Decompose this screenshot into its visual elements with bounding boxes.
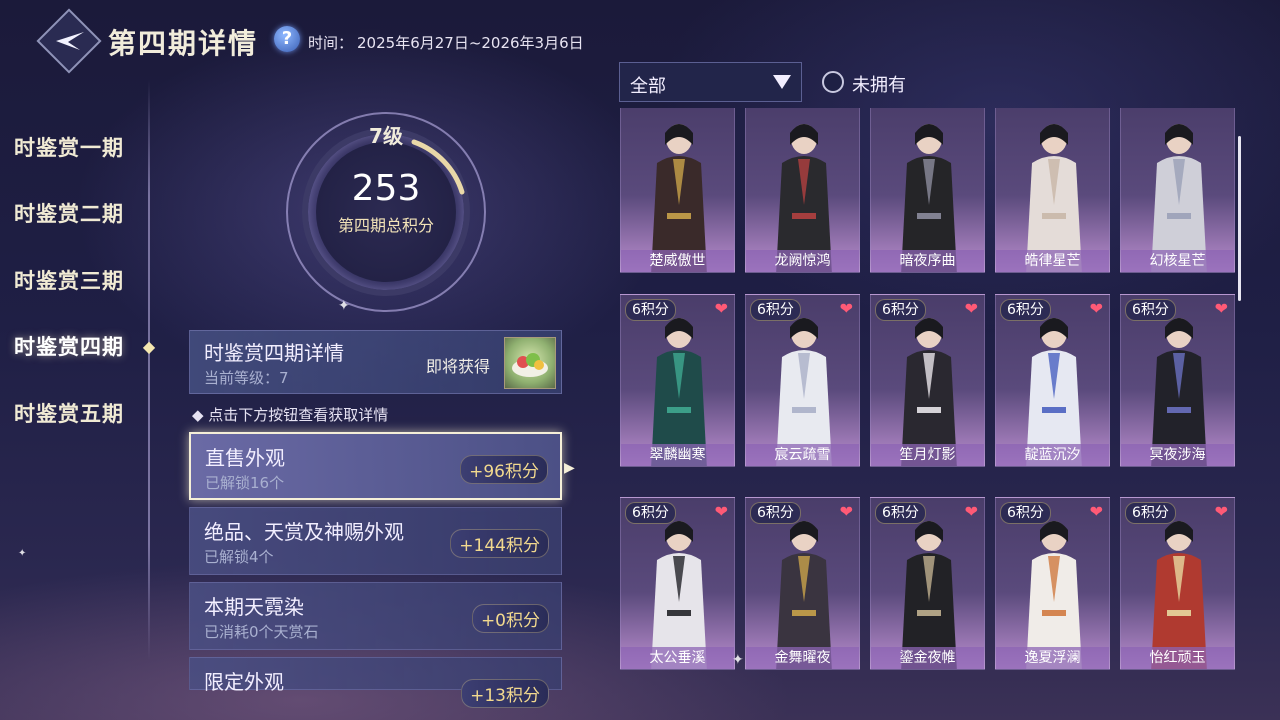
limited-outfit-category[interactable]: 限定外观 +13积分 [189, 657, 562, 708]
unowned-radio-label[interactable]: 未拥有 [852, 71, 906, 97]
filter-dropdown[interactable]: 全部 [619, 62, 802, 102]
outfit-name: 怡红顽玉 [1121, 647, 1234, 669]
grid-scrollbar[interactable] [1238, 136, 1241, 301]
filter-value: 全部 [630, 76, 666, 97]
outfit-card[interactable]: 6积分 ❤ 翠麟幽寒 [620, 294, 735, 467]
time-range: 2025年6月27日~2026年3月6日 [357, 34, 584, 52]
outfit-name: 太公垂溪 [621, 647, 734, 669]
event-time: 时间： 2025年6月27日~2026年3月6日 [308, 32, 588, 53]
outfit-card[interactable]: 暗夜序曲 [870, 108, 985, 273]
heart-icon[interactable]: ❤ [715, 301, 728, 317]
points-badge: 6积分 [875, 502, 926, 524]
dye-category[interactable]: 本期天霓染已消耗0个天赏石 +0积分 [189, 582, 562, 650]
outfit-name: 暗夜序曲 [871, 250, 984, 272]
period-detail-panel: 时鉴赏四期详情 当前等级：7 即将获得 [189, 330, 562, 394]
heart-icon[interactable]: ❤ [840, 504, 853, 520]
outfit-name: 幻核星芒 [1121, 250, 1234, 272]
premium-outfit-category[interactable]: 绝品、天赏及神赐外观已解锁4个 +144积分 [189, 507, 562, 575]
time-label: 时间： [308, 34, 354, 52]
outfit-card[interactable]: 6积分 ❤ 怡红顽玉 [1120, 497, 1235, 670]
outfit-name: 鎏金夜帷 [871, 647, 984, 669]
outfit-name: 冥夜涉海 [1121, 444, 1234, 466]
outfit-card[interactable]: 幻核星芒 [1120, 108, 1235, 273]
points-badge: 6积分 [625, 502, 676, 524]
category-title: 直售外观 [205, 446, 285, 470]
points-badge: 6积分 [1125, 299, 1176, 321]
outfit-card[interactable]: 楚威傲世 [620, 108, 735, 273]
dropdown-arrow-icon [773, 75, 791, 89]
total-score: 253 [351, 168, 421, 209]
category-points-badge: +0积分 [471, 604, 549, 633]
outfit-card[interactable]: 皓律星芒 [995, 108, 1110, 273]
outfit-name: 笙月灯影 [871, 444, 984, 466]
sparkle-icon: ✦ [338, 298, 350, 314]
outfit-name: 金舞曜夜 [746, 647, 859, 669]
unowned-radio[interactable] [822, 71, 844, 93]
points-badge: 6积分 [1000, 299, 1051, 321]
selected-arrow-icon: ▶ [564, 460, 575, 476]
back-arrow-icon [56, 32, 84, 50]
period-item-1[interactable]: 时鉴赏一期 [14, 132, 124, 162]
outfit-card[interactable]: 6积分 ❤ 冥夜涉海 [1120, 294, 1235, 467]
sparkle-icon: ✦ [732, 652, 744, 668]
period-item-4[interactable]: 时鉴赏四期 [14, 331, 124, 361]
category-title: 限定外观 [204, 670, 284, 694]
help-icon[interactable]: ? [274, 26, 300, 52]
heart-icon[interactable]: ❤ [1215, 504, 1228, 520]
category-points-badge: +13积分 [461, 679, 549, 708]
outfit-name: 龙阙惊鸿 [746, 250, 859, 272]
category-sub: 已解锁16个 [205, 474, 285, 492]
outfit-card[interactable]: 6积分 ❤ 鎏金夜帷 [870, 497, 985, 670]
outfit-name: 靛蓝沉汐 [996, 444, 1109, 466]
period-item-2[interactable]: 时鉴赏二期 [14, 198, 124, 228]
outfit-name: 逸夏浮澜 [996, 647, 1109, 669]
level-ring: 7级 253 第四期总积分 [286, 112, 486, 312]
outfit-name: 宸云疏雪 [746, 444, 859, 466]
food-plate-icon[interactable] [504, 337, 556, 389]
outfit-card[interactable]: 6积分 ❤ 金舞曜夜 [745, 497, 860, 670]
category-title: 本期天霓染 [204, 595, 304, 619]
points-badge: 6积分 [875, 299, 926, 321]
category-sub: 已消耗0个天赏石 [204, 623, 319, 641]
outfit-name: 楚威傲世 [621, 250, 734, 272]
category-title: 绝品、天赏及神赐外观 [204, 520, 404, 544]
total-score-caption: 第四期总积分 [337, 216, 434, 235]
current-level: 当前等级：7 [204, 369, 289, 387]
heart-icon[interactable]: ❤ [715, 504, 728, 520]
category-points-badge: +96积分 [460, 455, 548, 484]
menu-divider [148, 80, 150, 660]
active-period-indicator-icon: ◆ [142, 337, 156, 356]
points-badge: 6积分 [1125, 502, 1176, 524]
outfit-name: 皓律星芒 [996, 250, 1109, 272]
page-title: 第四期详情 [108, 27, 259, 60]
period-item-3[interactable]: 时鉴赏三期 [14, 265, 124, 295]
outfit-card[interactable]: 6积分 ❤ 靛蓝沉汐 [995, 294, 1110, 467]
heart-icon[interactable]: ❤ [1215, 301, 1228, 317]
outfit-name: 翠麟幽寒 [621, 444, 734, 466]
category-points-badge: +144积分 [450, 529, 549, 558]
outfit-card[interactable]: 6积分 ❤ 太公垂溪 [620, 497, 735, 670]
heart-icon[interactable]: ❤ [1090, 301, 1103, 317]
outfit-card[interactable]: 6积分 ❤ 逸夏浮澜 [995, 497, 1110, 670]
hint-text: ◆ 点击下方按钮查看获取详情 [192, 406, 389, 424]
heart-icon[interactable]: ❤ [965, 504, 978, 520]
points-badge: 6积分 [750, 299, 801, 321]
period-item-5[interactable]: 时鉴赏五期 [14, 398, 124, 428]
heart-icon[interactable]: ❤ [965, 301, 978, 317]
heart-icon[interactable]: ❤ [840, 301, 853, 317]
detail-title: 时鉴赏四期详情 [204, 341, 344, 365]
outfit-card[interactable]: 6积分 ❤ 笙月灯影 [870, 294, 985, 467]
heart-icon[interactable]: ❤ [1090, 504, 1103, 520]
upcoming-reward-label: 即将获得 [426, 357, 491, 376]
outfit-card[interactable]: 6积分 ❤ 宸云疏雪 [745, 294, 860, 467]
sparkle-icon: ✦ [18, 548, 27, 559]
points-badge: 6积分 [625, 299, 676, 321]
outfit-grid: 楚威傲世 龙阙惊鸿 暗夜序曲 皓律星芒 幻核星芒 6积分 ❤ 翠麟幽寒 6积分 ❤ 宸云疏雪 6积分 ❤… [619, 108, 1237, 688]
direct-sale-category[interactable]: 直售外观已解锁16个 +96积分 [189, 432, 562, 500]
points-badge: 6积分 [750, 502, 801, 524]
category-sub: 已解锁4个 [204, 548, 274, 566]
level-text: 7级 [369, 124, 403, 148]
points-badge: 6积分 [1000, 502, 1051, 524]
outfit-card[interactable]: 龙阙惊鸿 [745, 108, 860, 273]
